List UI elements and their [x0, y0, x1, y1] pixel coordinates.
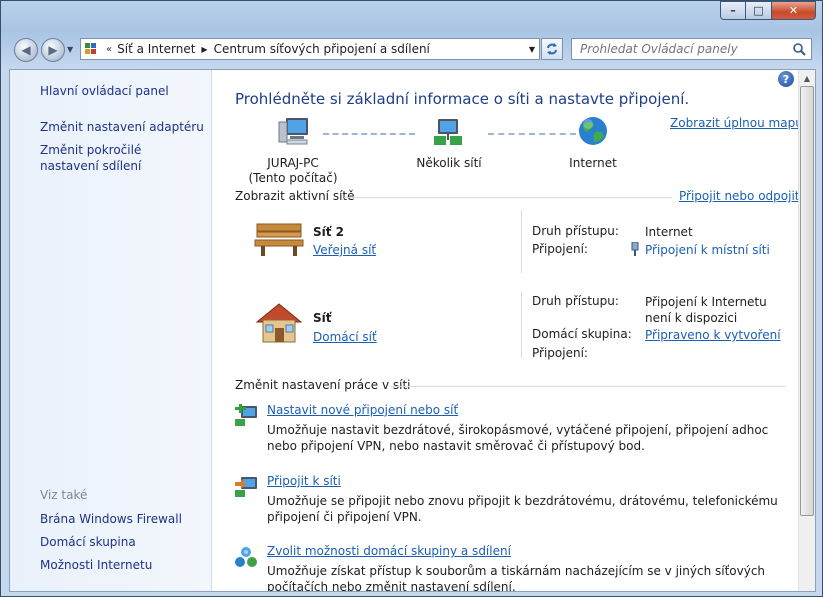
address-bar[interactable]: « Síť a Internet ▶ Centrum síťových přip… — [80, 38, 540, 60]
network-map: JURAJ-PC (Tento počítač) Několik sítí In… — [243, 114, 663, 194]
map-computer-sub: (Tento počítač) — [248, 171, 338, 185]
sidebar: Hlavní ovládací panel Změnit nastavení a… — [10, 70, 212, 591]
homegroup-label: Domácí skupina: — [532, 327, 632, 341]
home-icon — [255, 303, 303, 343]
access-type-value: Připojení k Internetu není k dispozici — [645, 295, 767, 325]
connect-to-network-link[interactable]: Připojit k síti — [267, 474, 341, 488]
window: – □ ✕ ◀ ▶ ▼ « Síť a Internet ▶ Centrum s… — [0, 0, 823, 597]
new-connection-icon — [235, 404, 257, 426]
ethernet-icon — [630, 241, 640, 260]
homegroup-ready-link[interactable]: Připraveno k vytvoření — [645, 327, 795, 343]
divider — [521, 292, 522, 358]
recent-pages-dropdown-icon[interactable]: ▼ — [67, 45, 73, 54]
back-button[interactable]: ◀ — [14, 38, 38, 62]
active-networks-heading: Zobrazit aktivní sítě — [235, 189, 355, 203]
map-node-computer[interactable]: JURAJ-PC (Tento počítač) — [243, 114, 343, 186]
forward-button[interactable]: ▶ — [41, 38, 65, 62]
scroll-up-arrow-icon[interactable]: ▲ — [799, 70, 815, 86]
see-also-heading: Viz také — [40, 488, 88, 502]
task-connect-network: Připojit k síti Umožňuje se připojit neb… — [233, 474, 778, 524]
task-description: Umožňuje se připojit nebo znovu připojit… — [267, 494, 778, 524]
access-type-value: Internet — [645, 225, 693, 239]
address-overflow-icon[interactable]: « — [106, 44, 112, 55]
network-name: Síť 2 — [313, 225, 345, 239]
access-type-label: Druh přístupu: — [532, 224, 619, 238]
task-description: Umožňuje nastavit bezdrátové, širokopásm… — [267, 423, 769, 453]
minimize-button[interactable]: – — [720, 1, 746, 20]
sidebar-item-homegroup[interactable]: Domácí skupina — [40, 534, 136, 550]
window-controls: – □ ✕ — [720, 1, 816, 20]
network-type-home-link[interactable]: Domácí síť — [313, 330, 377, 344]
breadcrumb-network-internet[interactable]: Síť a Internet — [117, 42, 195, 56]
local-area-connection-label: Připojení k místní síti — [645, 243, 770, 257]
active-network-1: Síť 2 Veřejná síť Druh přístupu: Interne… — [235, 210, 795, 280]
maximize-button[interactable]: □ — [746, 1, 772, 20]
divider — [521, 210, 522, 273]
content-area: Hlavní ovládací panel Změnit nastavení a… — [9, 69, 816, 592]
task-homegroup-sharing: Zvolit možnosti domácí skupiny a sdílení… — [233, 544, 773, 591]
globe-icon — [579, 117, 607, 145]
refresh-icon — [547, 43, 557, 55]
address-dropdown-icon[interactable]: ▼ — [529, 45, 535, 54]
divider — [344, 197, 672, 198]
map-multiple-networks-label: Několik sítí — [416, 156, 482, 170]
map-node-multiple-networks[interactable]: Několik sítí — [399, 114, 499, 171]
map-computer-name: JURAJ-PC — [267, 156, 319, 170]
change-settings-heading: Změnit nastavení práce v síti — [235, 378, 411, 392]
active-network-2: Síť Domácí síť Druh přístupu: Připojení … — [235, 292, 795, 362]
homegroup-sharing-options-link[interactable]: Zvolit možnosti domácí skupiny a sdílení — [267, 544, 511, 558]
access-type-label: Druh přístupu: — [532, 294, 619, 308]
search-icon[interactable] — [792, 42, 806, 56]
park-bench-icon — [254, 223, 304, 256]
scrollbar-thumb[interactable] — [800, 86, 814, 516]
breadcrumb-network-center[interactable]: Centrum síťových připojení a sdílení — [214, 42, 430, 56]
vertical-scrollbar[interactable]: ▲ — [798, 70, 815, 591]
connect-to-network-icon — [235, 477, 257, 497]
multiple-networks-icon — [434, 119, 462, 145]
local-area-connection-link[interactable]: Připojení k místní síti — [631, 241, 795, 258]
page-title: Prohlédněte si základní informace o síti… — [235, 90, 690, 108]
main-panel: Prohlédněte si základní informace o síti… — [213, 70, 803, 591]
connect-disconnect-link[interactable]: Připojit nebo odpojit — [679, 189, 800, 203]
search-input[interactable] — [572, 42, 782, 56]
divider — [391, 386, 786, 387]
help-button[interactable]: ? — [778, 71, 794, 87]
task-new-connection: Nastavit nové připojení nebo síť Umožňuj… — [233, 403, 773, 453]
breadcrumb-separator-icon[interactable]: ▶ — [201, 45, 207, 54]
help-icon: ? — [782, 72, 790, 86]
network-name: Síť — [313, 311, 332, 325]
computer-icon — [278, 118, 308, 145]
sidebar-item-internet-options[interactable]: Možnosti Internetu — [40, 557, 152, 573]
connections-label: Připojení: — [532, 242, 588, 256]
refresh-button[interactable] — [541, 38, 563, 60]
map-internet-label: Internet — [569, 156, 617, 170]
connections-label: Připojení: — [532, 346, 588, 360]
sidebar-item-adapter-settings[interactable]: Změnit nastavení adaptéru — [40, 119, 204, 135]
network-type-public-link[interactable]: Veřejná síť — [313, 243, 376, 257]
homegroup-sharing-icon — [235, 547, 257, 567]
forward-arrow-icon: ▶ — [48, 43, 58, 57]
search-box[interactable] — [571, 38, 812, 60]
map-node-internet[interactable]: Internet — [543, 114, 643, 171]
task-description: Umožňuje získat přístup k souborům a tis… — [267, 564, 766, 592]
back-arrow-icon: ◀ — [21, 43, 31, 57]
see-full-map-link[interactable]: Zobrazit úplnou mapu — [670, 116, 803, 130]
sidebar-item-firewall[interactable]: Brána Windows Firewall — [40, 511, 182, 527]
title-bar: – □ ✕ — [1, 1, 822, 33]
control-panel-icon — [85, 43, 96, 54]
sidebar-item-advanced-sharing[interactable]: Změnit pokročilé nastavení sdílení — [40, 142, 200, 174]
setup-new-connection-link[interactable]: Nastavit nové připojení nebo síť — [267, 403, 458, 417]
close-button[interactable]: ✕ — [772, 1, 816, 20]
sidebar-item-home[interactable]: Hlavní ovládací panel — [40, 83, 169, 99]
